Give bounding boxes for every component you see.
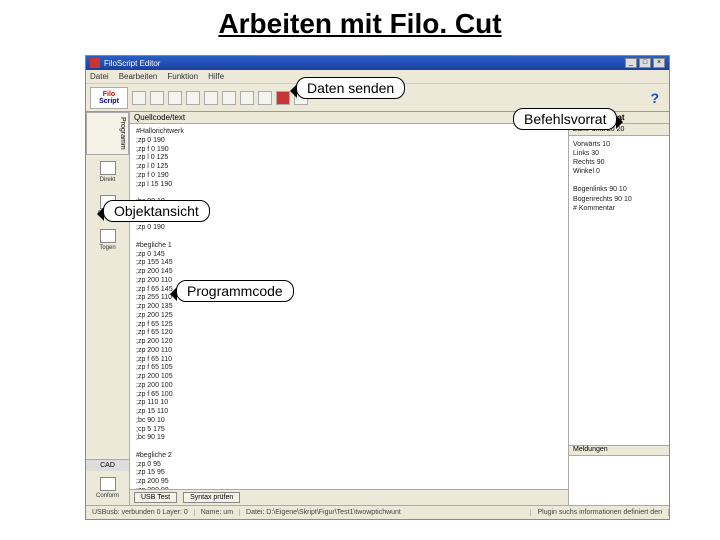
code-buttons: USB Test Syntax prüfen xyxy=(130,489,568,505)
callout-befehlsvorrat: Befehlsvorrat xyxy=(513,108,617,130)
side-togen[interactable]: Togen xyxy=(86,223,129,257)
tab-programm[interactable]: Programm xyxy=(86,112,129,155)
titlebar[interactable]: FiloScript Editor _ □ × xyxy=(86,56,669,70)
callout-objektansicht: Objektansicht xyxy=(103,200,210,222)
status-right: Plugin suchs informationen definiert den xyxy=(531,509,669,516)
side-direkt-label: Direkt xyxy=(100,177,116,183)
status-mid: Name: um xyxy=(195,509,240,516)
logo: Filo Script xyxy=(90,87,128,109)
maximize-button[interactable]: □ xyxy=(639,58,651,68)
tool-open-icon[interactable] xyxy=(132,91,146,105)
tool-cut-icon[interactable] xyxy=(186,91,200,105)
tool-save-icon[interactable] xyxy=(150,91,164,105)
callout-daten-senden: Daten senden xyxy=(296,77,405,99)
close-button[interactable]: × xyxy=(653,58,665,68)
logo-line1: Filo xyxy=(103,91,115,98)
status-file: Datei: D:\Eigene\Skript\Figur\Test1\twow… xyxy=(240,509,531,516)
menu-function[interactable]: Funktion xyxy=(167,72,198,81)
tool-new-icon[interactable] xyxy=(168,91,182,105)
minimize-button[interactable]: _ xyxy=(625,58,637,68)
side-direkt[interactable]: Direkt xyxy=(86,155,129,189)
menu-help[interactable]: Hilfe xyxy=(208,72,224,81)
side-config[interactable]: Conform xyxy=(86,471,129,505)
statusbar: USBusb: verbunden 0 Layer: 0 Name: um Da… xyxy=(86,505,669,519)
menu-edit[interactable]: Bearbeiten xyxy=(119,72,158,81)
tool-undo-icon[interactable] xyxy=(240,91,254,105)
status-left: USBusb: verbunden 0 Layer: 0 xyxy=(86,509,195,516)
left-panel: Programm Direkt Schritte Togen CAD Confo… xyxy=(86,112,130,505)
slide-title: Arbeiten mit Filo. Cut xyxy=(0,0,720,44)
syntax-check-button[interactable]: Syntax prüfen xyxy=(183,492,240,503)
tool-copy-icon[interactable] xyxy=(204,91,218,105)
right-panel: Befehlsvorrat ZumPunkt 20 20 Vorwärts 10… xyxy=(569,112,669,505)
code-header: Quellcode/text xyxy=(130,112,568,124)
help-icon[interactable]: ? xyxy=(650,90,665,106)
usb-test-button[interactable]: USB Test xyxy=(134,492,177,503)
togen-icon xyxy=(100,229,116,243)
command-list[interactable]: Vorwärts 10 Links 30 Rechts 90 Winkel 0 … xyxy=(569,136,669,445)
cad-label[interactable]: CAD xyxy=(86,459,129,471)
logo-line2: Script xyxy=(99,98,119,105)
code-panel: Quellcode/text #Hallorichtwerk ;zp 0 190… xyxy=(130,112,569,505)
code-editor[interactable]: #Hallorichtwerk ;zp 0 190 ;zp f 0 190 ;z… xyxy=(130,124,568,489)
direkt-icon xyxy=(100,161,116,175)
menu-file[interactable]: Datei xyxy=(90,72,109,81)
tool-paste-icon[interactable] xyxy=(222,91,236,105)
side-togen-label: Togen xyxy=(99,245,115,251)
config-icon xyxy=(100,477,116,491)
titlebar-text: FiloScript Editor xyxy=(104,59,160,68)
workarea: Programm Direkt Schritte Togen CAD Confo… xyxy=(86,112,669,505)
tool-redo-icon[interactable] xyxy=(258,91,272,105)
side-config-label: Conform xyxy=(96,493,119,499)
app-icon xyxy=(90,58,100,68)
callout-programmcode: Programmcode xyxy=(176,280,294,302)
log-header: Meldungen xyxy=(569,446,669,456)
log-panel: Meldungen xyxy=(569,445,669,505)
